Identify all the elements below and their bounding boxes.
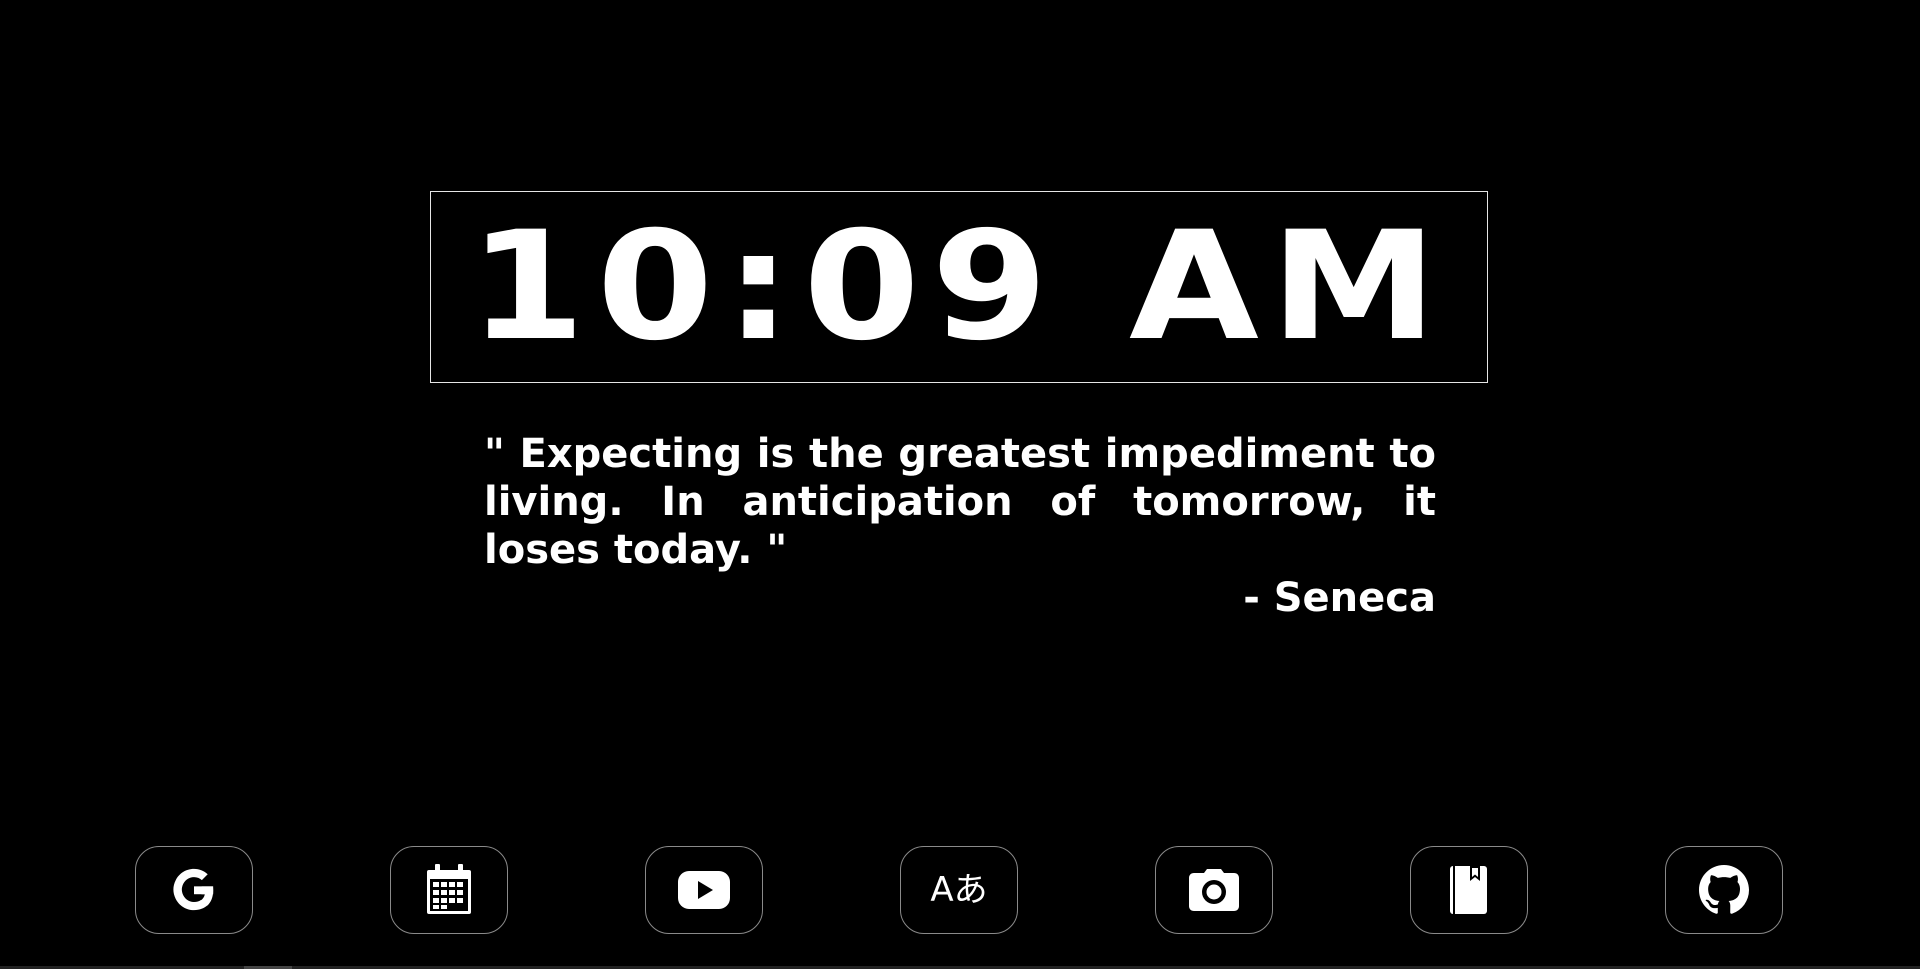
youtube-shortcut-button[interactable] bbox=[645, 846, 763, 934]
clock-time: 10:09 AM bbox=[468, 200, 1450, 374]
new-tab-page: 10:09 AM " Expecting is the greatest imp… bbox=[0, 0, 1920, 969]
bookmark-book-icon bbox=[1450, 866, 1488, 914]
translate-shortcut-button[interactable]: Aあ bbox=[900, 846, 1018, 934]
quote-author: - Seneca bbox=[1243, 575, 1436, 621]
camera-shortcut-button[interactable] bbox=[1155, 846, 1273, 934]
google-icon bbox=[171, 867, 217, 913]
google-shortcut-button[interactable] bbox=[135, 846, 253, 934]
clock-frame: 10:09 AM bbox=[430, 191, 1488, 383]
github-icon bbox=[1699, 865, 1749, 915]
calendar-icon bbox=[425, 864, 473, 916]
book-shortcut-button[interactable] bbox=[1410, 846, 1528, 934]
github-shortcut-button[interactable] bbox=[1665, 846, 1783, 934]
quote-text: " Expecting is the greatest impediment t… bbox=[484, 431, 1436, 573]
calendar-shortcut-button[interactable] bbox=[390, 846, 508, 934]
camera-icon bbox=[1188, 869, 1240, 911]
shortcut-dock: Aあ bbox=[0, 846, 1920, 936]
translate-icon: Aあ bbox=[930, 870, 988, 910]
quote-block: " Expecting is the greatest impediment t… bbox=[484, 430, 1436, 622]
youtube-icon bbox=[677, 870, 731, 910]
